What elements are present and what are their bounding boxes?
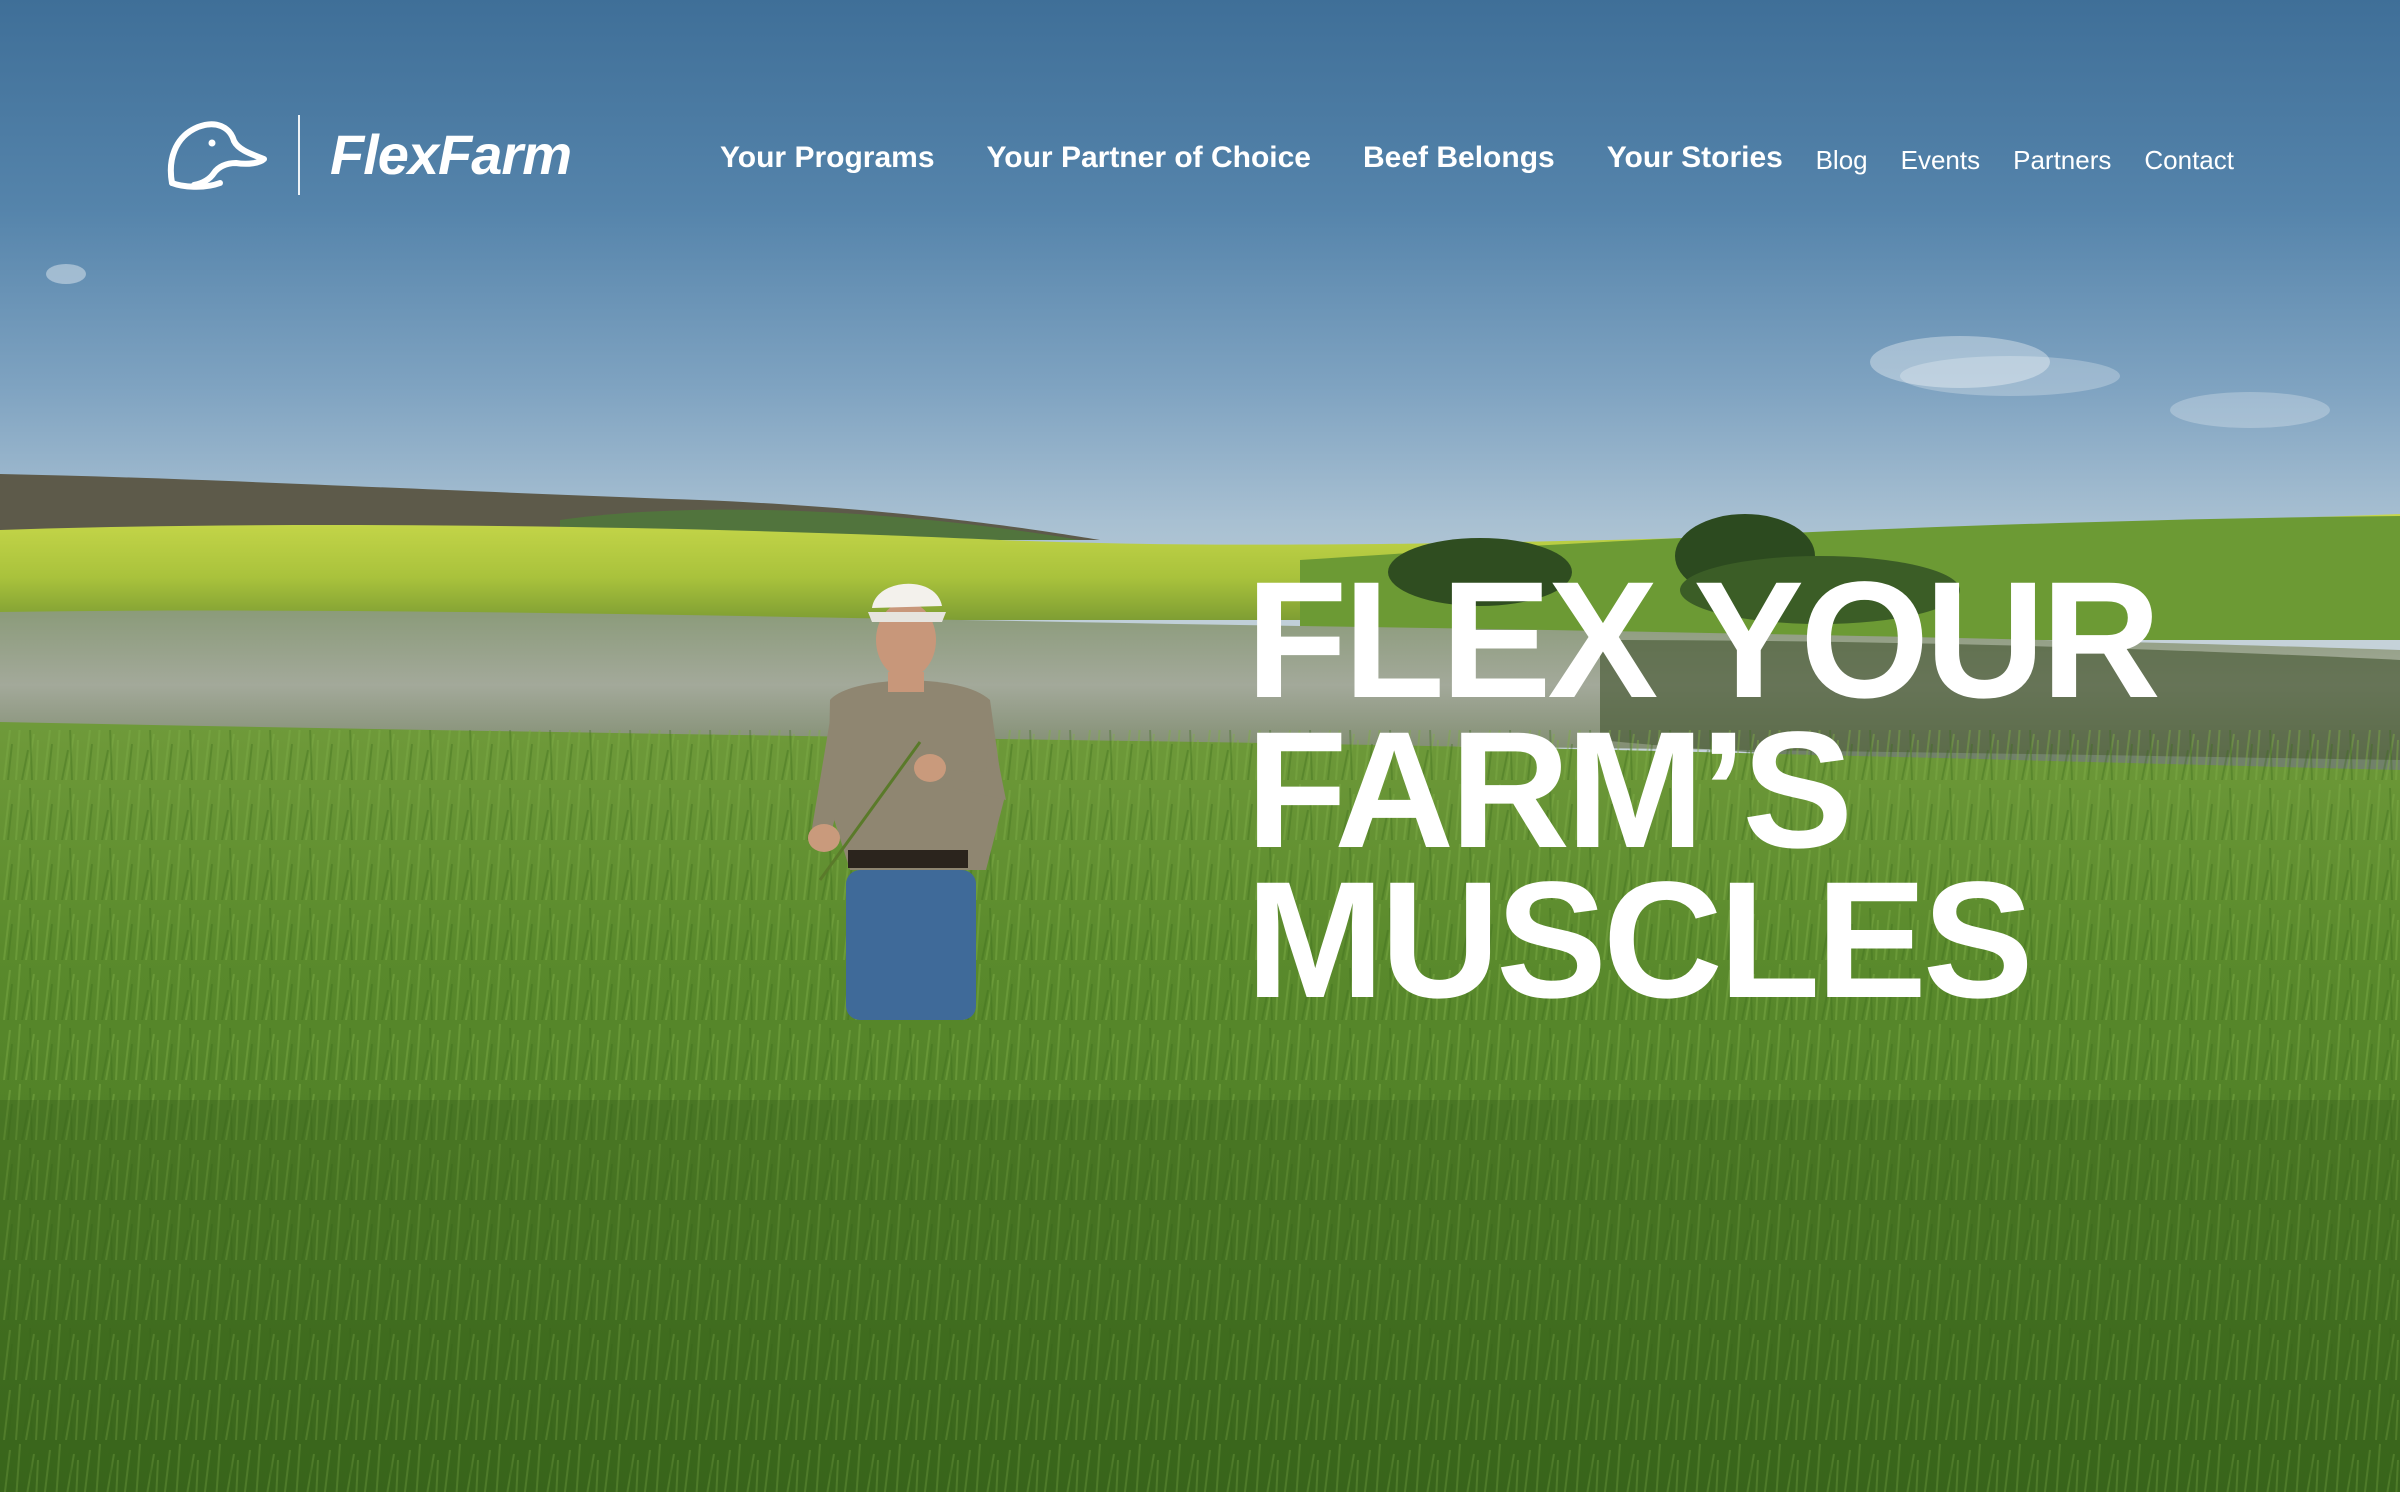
headline-line-2: FARM’S: [1246, 698, 1853, 883]
site-header: FlexFarm Your Programs Your Partner of C…: [0, 0, 2400, 320]
nav-your-partner-of-choice[interactable]: Your Partner of Choice: [987, 136, 1312, 180]
nav-your-stories[interactable]: Your Stories: [1607, 136, 1783, 180]
landing-page: FlexFarm Your Programs Your Partner of C…: [0, 0, 2400, 1492]
nav-blog[interactable]: Blog: [1816, 138, 1868, 182]
brand-wordmark: FlexFarm: [330, 123, 572, 186]
brand-logo-link[interactable]: FlexFarm: [164, 110, 572, 200]
nav-partners[interactable]: Partners: [2013, 138, 2111, 182]
primary-nav: Your Programs Your Partner of Choice Bee…: [720, 136, 1835, 180]
nav-contact[interactable]: Contact: [2144, 138, 2234, 182]
hero-headline: FLEX YOUR FARM’S MUSCLES: [1246, 548, 2161, 1033]
headline-line-3: MUSCLES: [1246, 848, 2034, 1033]
headline-line-1: FLEX YOUR: [1246, 548, 2161, 733]
nav-beef-belongs[interactable]: Beef Belongs: [1363, 136, 1555, 180]
duck-head-icon: [167, 121, 267, 190]
brand-divider: [298, 115, 300, 195]
nav-events[interactable]: Events: [1901, 138, 1981, 182]
nav-your-programs[interactable]: Your Programs: [720, 136, 935, 180]
secondary-nav: Blog Events Partners Contact: [1783, 138, 2234, 182]
